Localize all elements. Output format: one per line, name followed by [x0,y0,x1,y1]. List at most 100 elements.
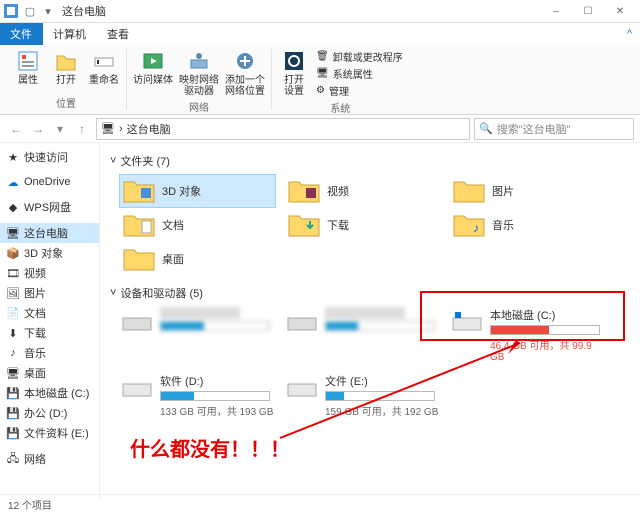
document-icon: 📄 [6,306,20,320]
folder-documents[interactable]: 文档 [120,209,275,241]
star-icon: ★ [6,150,20,164]
folder-pictures[interactable]: 图片 [450,175,605,207]
search-input[interactable]: 🔍 搜索"这台电脑" [474,118,634,140]
quick-access-toolbar: ▢ ▾ [22,3,56,19]
drive-hidden-1[interactable]: ████ [120,307,275,363]
drive-icon [120,373,154,401]
close-button[interactable]: ✕ [604,0,636,23]
folder-3dobjects[interactable]: 3D 对象 [120,175,275,207]
drive-d-bar [160,391,270,401]
properties-icon [16,49,40,73]
download-icon: ⬇ [6,326,20,340]
sidebar-item-onedrive[interactable]: ☁OneDrive [0,173,99,191]
media-icon [141,49,165,73]
cloud-icon: ☁ [6,175,20,189]
qat-dropdown[interactable]: ▾ [40,3,56,19]
up-button[interactable]: ↑ [72,119,92,139]
manage-icon: ⚙ [316,85,325,96]
drive-e[interactable]: 文件 (E:) 159 GB 可用，共 192 GB [285,373,440,418]
sidebar-item-thispc[interactable]: 🖥这台电脑 [0,223,99,243]
picture-icon: 🖼 [6,286,20,300]
sidebar-item-3dobjects[interactable]: 📦3D 对象 [0,243,99,263]
ribbon: 属性 打开 重命名 位置 访问媒体 映射网络 驱动器 [0,45,640,115]
group-label-network: 网络 [189,99,209,114]
video-icon: 🎞 [6,266,20,280]
titlebar: ▢ ▾ 这台电脑 – ☐ ✕ [0,0,640,23]
network-icon: 🖧 [6,452,20,466]
ribbon-group-location: 属性 打开 重命名 位置 [6,49,127,110]
chevron-down-icon: ˅ [110,155,116,167]
tab-file[interactable]: 文件 [0,23,43,45]
folder-icon [287,211,321,239]
tab-view[interactable]: 查看 [97,23,140,45]
forward-button[interactable]: → [28,119,48,139]
network-drive-icon [187,49,211,73]
folder-icon [122,245,156,273]
ribbon-collapse-icon[interactable]: ^ [619,23,640,45]
sidebar-item-downloads[interactable]: ⬇下载 [0,323,99,343]
navigation-pane: ★快速访问 ☁OneDrive ◆WPS网盘 🖥这台电脑 📦3D 对象 🎞视频 … [0,143,100,500]
maximize-button[interactable]: ☐ [572,0,604,23]
uninstall-programs-button[interactable]: 🗑卸载或更改程序 [316,49,403,64]
drive-icon [285,307,319,335]
back-button[interactable]: ← [6,119,26,139]
drive-icon: 💾 [6,426,20,440]
window-title: 这台电脑 [62,3,106,19]
sidebar-item-docse[interactable]: 💾文件资料 (E:) [0,423,99,443]
folder-videos[interactable]: 视频 [285,175,440,207]
folder-music[interactable]: ♪音乐 [450,209,605,241]
settings-icon [282,49,306,73]
sidebar-item-music[interactable]: ♪音乐 [0,343,99,363]
qat-item[interactable]: ▢ [22,3,38,19]
drive-icon [120,307,154,335]
open-settings-button[interactable]: 打开 设置 [278,49,310,97]
music-icon: ♪ [6,346,20,360]
add-location-icon [233,49,257,73]
sidebar-item-wps[interactable]: ◆WPS网盘 [0,197,99,217]
svg-text:♪: ♪ [473,221,479,235]
sidebar-item-network[interactable]: 🖧网络 [0,449,99,469]
status-item-count: 12 个项目 [8,497,52,512]
sidebar-item-quick-access[interactable]: ★快速访问 [0,147,99,167]
sidebar-item-office[interactable]: 💾办公 (D:) [0,403,99,423]
access-media-button[interactable]: 访问媒体 [133,49,173,97]
minimize-button[interactable]: – [540,0,572,23]
drive-d[interactable]: 软件 (D:) 133 GB 可用，共 193 GB [120,373,275,418]
sidebar-item-documents[interactable]: 📄文档 [0,303,99,323]
desktop-icon: 🖥 [6,366,20,380]
group-label-location: 位置 [56,95,76,110]
rename-button[interactable]: 重命名 [88,49,120,86]
sidebar-item-localc[interactable]: 💾本地磁盘 (C:) [0,383,99,403]
sidebar-item-desktop[interactable]: 🖥桌面 [0,363,99,383]
drive-hidden-2[interactable]: ████ [285,307,440,363]
ribbon-group-system: 打开 设置 🗑卸载或更改程序 🖥系统属性 ⚙管理 系统 [272,49,409,110]
properties-button[interactable]: 属性 [12,49,44,86]
open-button[interactable]: 打开 [50,49,82,86]
cube-icon: 📦 [6,246,20,260]
app-icon [4,4,18,18]
rename-icon [92,49,116,73]
add-location-button[interactable]: 添加一个 网络位置 [225,49,265,97]
folder-icon [452,177,486,205]
sidebar-item-pictures[interactable]: 🖼图片 [0,283,99,303]
recent-dropdown[interactable]: ▾ [50,119,70,139]
content-pane: ˅文件夹 (7) 3D 对象 视频 图片 文档 下载 ♪音乐 桌面 ˅设备和驱动… [100,143,640,500]
drive-icon: 💾 [6,386,20,400]
ribbon-tabs: 文件 计算机 查看 ^ [0,23,640,45]
drive-icon: 💾 [6,406,20,420]
sidebar-item-videos[interactable]: 🎞视频 [0,263,99,283]
group-label-system: 系统 [330,100,350,115]
manage-button[interactable]: ⚙管理 [316,83,403,98]
folder-downloads[interactable]: 下载 [285,209,440,241]
wps-icon: ◆ [6,200,20,214]
section-folders[interactable]: ˅文件夹 (7) [110,153,630,169]
map-network-button[interactable]: 映射网络 驱动器 [179,49,219,97]
breadcrumb-thispc[interactable]: 这台电脑 [127,121,171,137]
system-properties-button[interactable]: 🖥系统属性 [316,66,403,81]
status-bar: 12 个项目 [0,494,640,514]
folder-desktop[interactable]: 桌面 [120,243,275,275]
drive-icon [285,373,319,401]
uninstall-icon: 🗑 [316,51,329,62]
tab-computer[interactable]: 计算机 [43,23,97,45]
breadcrumb[interactable]: 🖥 › 这台电脑 [96,118,470,140]
